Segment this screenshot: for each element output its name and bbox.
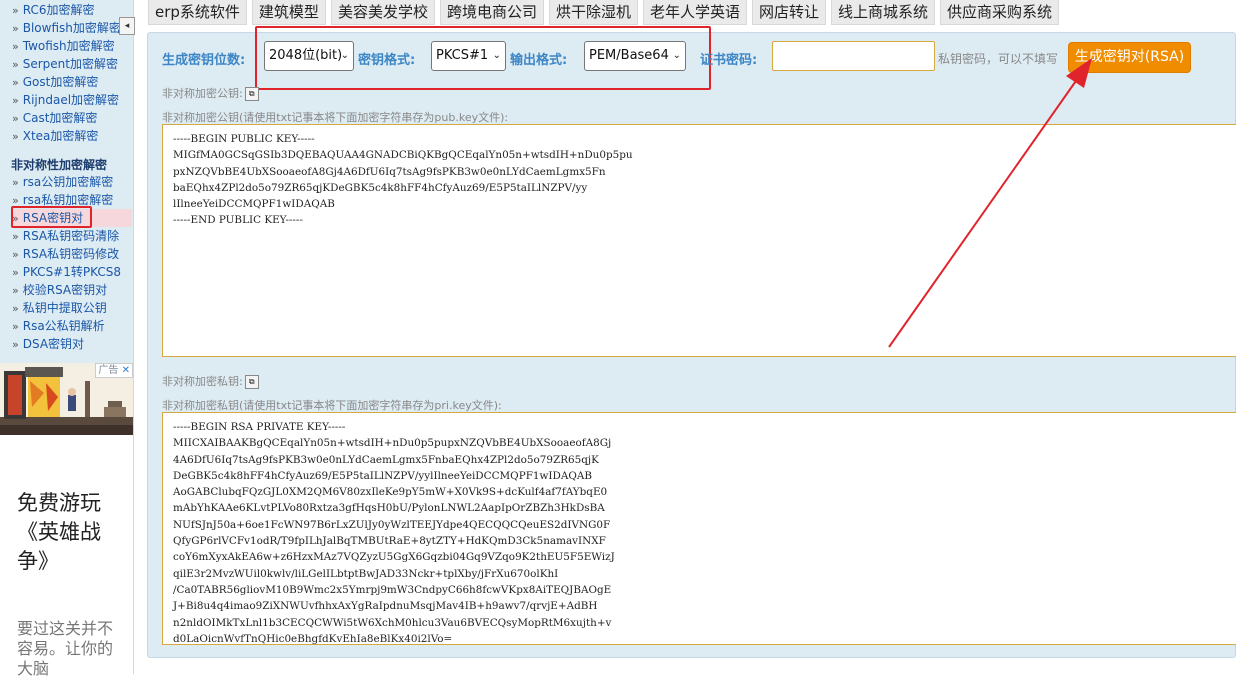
- private-key-copy-label: 非对称加密私钥:: [162, 375, 243, 388]
- sidebar-item-cast[interactable]: » Cast加密解密: [12, 109, 97, 127]
- ad-title[interactable]: 免费游玩《英雄战争》: [17, 489, 122, 576]
- cert-password-hint: 私钥密码，可以不填写: [938, 52, 1059, 66]
- sidebar-item-label: RSA私钥密码清除: [22, 229, 120, 243]
- ad-badge: 广告 ✕: [95, 363, 133, 378]
- nav-tab-beauty-school[interactable]: 美容美发学校: [330, 0, 435, 25]
- sidebar-item-twofish[interactable]: » Twofish加密解密: [12, 37, 115, 55]
- private-key-copy-row: 非对称加密私钥: ⧉: [162, 373, 259, 389]
- sidebar-item-rc6[interactable]: » RC6加密解密: [12, 1, 95, 19]
- public-key-copy-label: 非对称加密公钥:: [162, 87, 243, 100]
- sidebar-item-label: Cast加密解密: [22, 111, 98, 125]
- sidebar-item-dsa-keypair[interactable]: » DSA密钥对: [12, 335, 84, 353]
- cert-password-input[interactable]: [772, 41, 935, 71]
- chevron-right-icon: »: [12, 76, 19, 89]
- ad-badge-label: 广告: [98, 365, 119, 376]
- chevron-right-icon: »: [12, 22, 19, 35]
- sidebar-item-rsa-change-password[interactable]: » RSA私钥密码修改: [12, 245, 119, 263]
- sidebar-item-label: rsa私钥加密解密: [22, 193, 114, 207]
- copy-icon[interactable]: ⧉: [244, 375, 259, 389]
- chevron-right-icon: »: [12, 4, 19, 17]
- sidebar-item-label: PKCS#1转PKCS8: [22, 265, 121, 279]
- sidebar-item-label: RSA私钥密码修改: [22, 247, 120, 261]
- sidebar-item-extract-public[interactable]: » 私钥中提取公钥: [12, 299, 107, 317]
- top-nav: erp系统软件 建筑模型 美容美发学校 跨境电商公司 烘干除湿机 老年人学英语 …: [148, 0, 1064, 26]
- rsa-keypair-panel: 生成密钥位数: 2048位(bit) ⌄ 密钥格式: PKCS#1 ⌄ 输出格式: …: [147, 26, 1236, 658]
- chevron-right-icon: »: [12, 176, 19, 189]
- sidebar-item-label: 私钥中提取公钥: [22, 301, 107, 315]
- sidebar-item-rsa-clear-password[interactable]: » RSA私钥密码清除: [12, 227, 119, 245]
- sidebar-item-label: rsa公钥加密解密: [22, 175, 114, 189]
- private-key-textarea[interactable]: -----BEGIN RSA PRIVATE KEY----- MIICXAIB…: [162, 412, 1236, 645]
- sidebar-item-verify-keypair[interactable]: » 校验RSA密钥对: [12, 281, 107, 299]
- chevron-right-icon: »: [12, 112, 19, 125]
- sidebar-item-label: Rijndael加密解密: [22, 93, 120, 107]
- sidebar-item-label: Blowfish加密解密: [22, 21, 121, 35]
- sidebar-item-label: RC6加密解密: [22, 3, 95, 17]
- public-key-copy-row: 非对称加密公钥: ⧉: [162, 85, 259, 101]
- sidebar-item-label: Xtea加密解密: [22, 129, 99, 143]
- nav-tab-dehumidifier[interactable]: 烘干除湿机: [548, 0, 638, 25]
- nav-tab-crossborder[interactable]: 跨境电商公司: [439, 0, 544, 25]
- annotation-highlight-options: [255, 26, 711, 90]
- copy-icon[interactable]: ⧉: [244, 87, 259, 101]
- public-key-textarea[interactable]: -----BEGIN PUBLIC KEY----- MIGfMA0GCSqGS…: [162, 124, 1236, 357]
- ad-image[interactable]: 广告 ✕: [0, 363, 133, 435]
- nav-tab-erp[interactable]: erp系统软件: [148, 0, 247, 25]
- sidebar-item-label: DSA密钥对: [22, 337, 85, 351]
- nav-tab-supplier[interactable]: 供应商采购系统: [940, 0, 1060, 25]
- sidebar-item-gost[interactable]: » Gost加密解密: [12, 73, 98, 91]
- sidebar-item-serpent[interactable]: » Serpent加密解密: [12, 55, 118, 73]
- sidebar-item-blowfish[interactable]: » Blowfish加密解密: [12, 19, 121, 37]
- chevron-right-icon: »: [12, 58, 19, 71]
- annotation-highlight-sidebar: [11, 206, 92, 228]
- chevron-right-icon: »: [12, 302, 19, 315]
- sidebar-item-label: 校验RSA密钥对: [22, 283, 108, 297]
- chevron-right-icon: »: [12, 338, 19, 351]
- private-key-description: 非对称加密私钥(请使用txt记事本将下面加密字符串存为pri.key文件):: [162, 399, 502, 412]
- chevron-right-icon: »: [12, 266, 19, 279]
- nav-tab-senior-english[interactable]: 老年人学英语: [642, 0, 747, 25]
- chevron-right-icon: »: [12, 40, 19, 53]
- key-bits-label: 生成密钥位数:: [162, 53, 246, 68]
- generate-keypair-button[interactable]: 生成密钥对(RSA): [1068, 42, 1191, 73]
- sidebar-item-rijndael[interactable]: » Rijndael加密解密: [12, 91, 119, 109]
- sidebar-item-label: Rsa公私钥解析: [22, 319, 105, 333]
- nav-tab-online-mall[interactable]: 线上商城系统: [831, 0, 936, 25]
- sidebar-item-label: Gost加密解密: [22, 75, 99, 89]
- chevron-right-icon: »: [12, 230, 19, 243]
- chevron-right-icon: »: [12, 320, 19, 333]
- close-icon[interactable]: ✕: [122, 365, 130, 376]
- sidebar-item-label: Twofish加密解密: [22, 39, 115, 53]
- sidebar-item-rsa-parse[interactable]: » Rsa公私钥解析: [12, 317, 105, 335]
- nav-tab-shop-transfer[interactable]: 网店转让: [752, 0, 827, 25]
- sidebar: » RC6加密解密 » Blowfish加密解密 » Twofish加密解密 » Ser…: [0, 0, 135, 678]
- chevron-right-icon: »: [12, 130, 19, 143]
- chevron-right-icon: »: [12, 248, 19, 261]
- sidebar-item-xtea[interactable]: » Xtea加密解密: [12, 127, 98, 145]
- chevron-right-icon: »: [12, 284, 19, 297]
- sidebar-section-heading: 非对称性加密解密: [11, 158, 108, 172]
- collapse-sidebar-button[interactable]: ◂: [119, 17, 135, 35]
- cert-password-label: 证书密码:: [700, 53, 758, 68]
- ad-banner[interactable]: 广告 ✕ 免费游玩《英雄战争》 要过这关并不容易。让你的大脑: [0, 363, 133, 678]
- chevron-right-icon: »: [12, 94, 19, 107]
- nav-tab-building-model[interactable]: 建筑模型: [251, 0, 326, 25]
- sidebar-item-label: Serpent加密解密: [22, 57, 118, 71]
- sidebar-item-rsa-public[interactable]: » rsa公钥加密解密: [12, 173, 113, 191]
- public-key-description: 非对称加密公钥(请使用txt记事本将下面加密字符串存为pub.key文件):: [162, 111, 509, 124]
- sidebar-item-pkcs1-to-pkcs8[interactable]: » PKCS#1转PKCS8: [12, 263, 121, 281]
- ad-subtitle[interactable]: 要过这关并不容易。让你的大脑: [17, 619, 117, 679]
